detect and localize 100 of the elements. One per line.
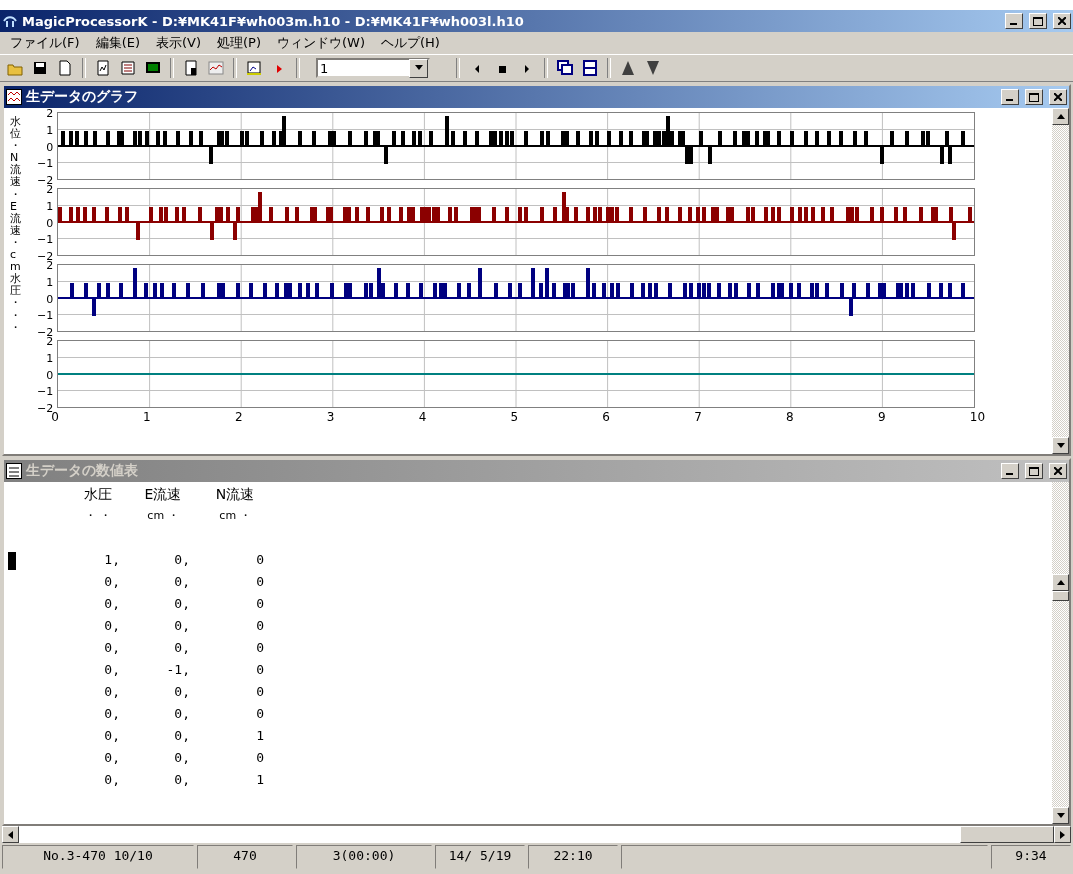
close-button[interactable]	[1049, 463, 1067, 479]
peak-up-icon	[620, 60, 636, 76]
y-tick-label: 2	[46, 184, 54, 195]
y-axis-label: 水位・N流速・E流速・cm水圧・・・	[10, 116, 22, 334]
vertical-scrollbar[interactable]	[1052, 108, 1069, 454]
minimize-button[interactable]	[1001, 89, 1019, 105]
x-tick-label: 3	[326, 410, 335, 424]
y-tick-label: 2	[46, 260, 54, 271]
y-tick-label: −1	[36, 234, 54, 246]
table-cell-text: 0,	[173, 684, 191, 701]
table-cell-text: 0,	[173, 596, 191, 613]
table-cell-text: 0,	[173, 772, 191, 789]
tile-windows-icon	[582, 60, 598, 76]
new-document-icon	[57, 60, 73, 76]
x-tick-label: 0	[51, 410, 59, 424]
minimize-button[interactable]	[1001, 463, 1019, 479]
scroll-left-button[interactable]	[2, 826, 19, 843]
y-tick-label: 0	[46, 141, 54, 153]
table-cell-text: 0	[255, 706, 265, 723]
scroll-up-button[interactable]	[1052, 108, 1069, 125]
table-cell-text: 0,	[103, 662, 121, 679]
table-cell-text: 0,	[103, 750, 121, 767]
text-cursor	[8, 552, 16, 570]
y-tick-label: 0	[46, 369, 54, 381]
column-header: N流速	[214, 486, 256, 504]
app-icon	[2, 13, 18, 29]
table-cell-text: 0	[255, 640, 265, 657]
table-cell-text: 0,	[103, 640, 121, 657]
scroll-down-button[interactable]	[1052, 437, 1069, 454]
table-cell-text: 0	[255, 574, 265, 591]
scroll-thumb[interactable]	[1052, 591, 1069, 601]
maximize-button[interactable]	[1025, 89, 1043, 105]
menu-item[interactable]: 表示(V)	[150, 32, 208, 54]
line-chart-icon	[208, 60, 224, 76]
page-combo-box[interactable]: 1	[316, 58, 430, 78]
close-button[interactable]	[1053, 13, 1071, 29]
vertical-scrollbar[interactable]	[1052, 482, 1069, 824]
maximize-button[interactable]	[1025, 463, 1043, 479]
up-arrow-icon	[1056, 579, 1065, 586]
table-cell-text: 0,	[173, 728, 191, 745]
table-cell-text: 1	[255, 772, 265, 789]
y-tick-label: −1	[36, 386, 54, 398]
x-tick-label: 4	[418, 410, 427, 424]
left-arrow-icon	[7, 830, 14, 839]
table-cell-text: 0	[255, 684, 265, 701]
right-arrow-icon	[1059, 830, 1066, 839]
menu-item[interactable]: 編集(E)	[89, 32, 146, 54]
dropdown-button[interactable]	[409, 58, 428, 78]
monitor-icon	[145, 60, 161, 76]
document-chart-icon	[95, 60, 111, 76]
y-tick-label: −2	[36, 327, 54, 338]
page-icon	[183, 60, 199, 76]
horizontal-scrollbar[interactable]	[2, 826, 1071, 843]
menu-item[interactable]: ウィンドウ(W)	[271, 32, 371, 54]
scroll-down-button[interactable]	[1052, 807, 1069, 824]
column-unit: cm ・	[146, 508, 180, 524]
y-tick-label: 1	[46, 276, 54, 288]
column-unit: cm ・	[218, 508, 252, 524]
table-cell-text: 0	[255, 750, 265, 767]
maximize-icon	[1029, 466, 1039, 476]
close-icon	[1058, 17, 1066, 25]
table-cell-text: 0,	[103, 684, 121, 701]
table-cell-text: 0,	[103, 772, 121, 789]
status-pane: No.3-470 10/10	[2, 845, 194, 869]
y-tick-label: 1	[46, 200, 54, 212]
table-cell-text: 0,	[103, 728, 121, 745]
close-icon	[1054, 467, 1062, 475]
x-tick-label: 5	[510, 410, 519, 424]
scroll-thumb[interactable]	[960, 826, 1054, 843]
y-tick-label: −1	[36, 158, 54, 170]
x-tick-label: 1	[143, 410, 151, 424]
table-cell-text: 0	[255, 596, 265, 613]
table-cell-text: 0,	[173, 640, 191, 657]
column-header: E流速	[143, 486, 183, 504]
minimize-button[interactable]	[1005, 13, 1023, 29]
scroll-up-button[interactable]	[1052, 574, 1069, 591]
down-arrow-icon	[1056, 442, 1065, 449]
menu-item[interactable]: 処理(P)	[211, 32, 267, 54]
x-tick-label: 2	[234, 410, 243, 424]
table-window-title: 生データの数値表	[26, 462, 139, 480]
maximize-button[interactable]	[1029, 13, 1047, 29]
window-title: MagicProcessorK - D:¥MK41F¥wh003m.h10 - D:¥MK41F¥wh003l.h10	[22, 13, 525, 29]
table-cell-text: 0	[255, 618, 265, 635]
table-cell-text: 0,	[103, 596, 121, 613]
close-button[interactable]	[1049, 89, 1067, 105]
graph-window-icon	[6, 89, 22, 105]
menu-item[interactable]: ファイル(F)	[4, 32, 86, 54]
status-pane: 14/ 5/19	[435, 845, 525, 869]
x-tick-label: 8	[786, 410, 794, 424]
y-tick-label: 2	[46, 108, 54, 119]
export-chart-icon	[246, 60, 262, 76]
menu-item[interactable]: ヘルプ(H)	[375, 32, 446, 54]
table-cell-text: 1,	[103, 552, 121, 569]
scroll-right-button[interactable]	[1054, 826, 1071, 843]
status-pane: 470	[197, 845, 293, 869]
column-unit: ・ ・	[84, 508, 112, 524]
graph-window-title: 生データのグラフ	[26, 88, 139, 106]
status-pane: 3(00:00)	[296, 845, 432, 869]
table-cell-text: 0	[255, 662, 265, 679]
table-cell-text: 0,	[173, 574, 191, 591]
